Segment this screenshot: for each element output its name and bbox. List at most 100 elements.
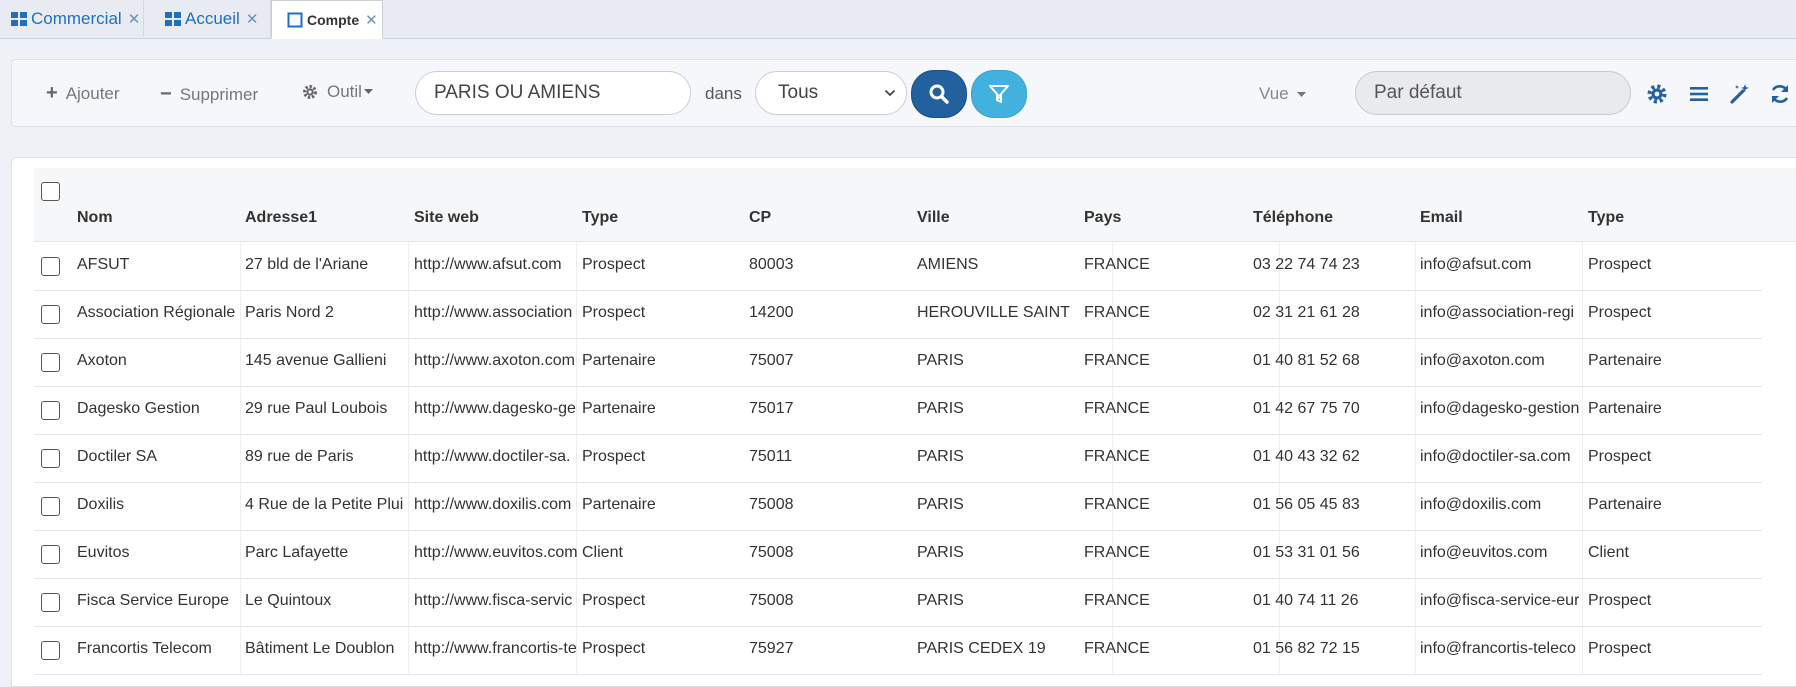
search-input[interactable] (415, 71, 691, 115)
refresh-icon[interactable] (1768, 82, 1792, 106)
cell-type: Prospect (582, 592, 646, 609)
cell-site-web: http://www.francortis-te (414, 640, 577, 657)
cell-site-web: http://www.fisca-servic (414, 592, 573, 609)
column-divider (240, 242, 241, 290)
table-row[interactable]: Euvitos Parc Lafayette http://www.euvitos.… (34, 530, 1762, 579)
cell-email: info@fisca-service-eur (1420, 592, 1580, 609)
header-ville[interactable]: Ville (917, 209, 950, 227)
cell-cp: 75008 (749, 496, 794, 513)
cell-nom: Doctiler SA (77, 448, 158, 465)
view-dropdown[interactable]: Vue (1259, 84, 1307, 104)
row-checkbox[interactable] (41, 401, 60, 420)
cell-telephone: 01 40 74 11 26 (1253, 592, 1359, 609)
filter-button[interactable] (971, 70, 1027, 118)
cell-cp: 75927 (749, 640, 794, 657)
cell-email: info@francortis-teleco (1420, 640, 1576, 657)
header-site-web[interactable]: Site web (414, 209, 479, 227)
row-checkbox[interactable] (41, 353, 60, 372)
header-pays[interactable]: Pays (1084, 209, 1121, 227)
cell-adresse1: Parc Lafayette (245, 544, 349, 561)
cell-pays: FRANCE (1084, 448, 1150, 465)
cell-cp: 80003 (749, 256, 794, 273)
close-icon[interactable]: ✕ (128, 10, 141, 28)
cell-pays: FRANCE (1084, 640, 1150, 657)
row-checkbox[interactable] (41, 497, 60, 516)
scope-value: Tous (778, 82, 819, 103)
cell-cp: 14200 (749, 304, 794, 321)
column-divider (408, 386, 409, 434)
cell-type: Prospect (582, 448, 646, 465)
search-scope-select[interactable]: Tous (755, 71, 907, 115)
cell-pays: FRANCE (1084, 304, 1150, 321)
row-checkbox[interactable] (41, 545, 60, 564)
cell-ville: PARIS (917, 496, 964, 513)
cell-email: info@afsut.com (1420, 256, 1532, 273)
close-icon[interactable]: ✕ (365, 11, 378, 29)
column-divider (240, 338, 241, 386)
header-adresse1[interactable]: Adresse1 (245, 209, 317, 227)
header-type[interactable]: Type (582, 209, 618, 227)
toolbar: + Ajouter − Supprimer Outil dans Tous (11, 59, 1796, 127)
cell-site-web: http://www.axoton.com (414, 352, 575, 369)
header-type-2[interactable]: Type (1588, 209, 1624, 227)
cell-ville: PARIS (917, 448, 964, 465)
tab-accueil[interactable]: Accueil ✕ (144, 0, 271, 37)
table-row[interactable]: AFSUT 27 bld de l'Ariane http://www.afsut.… (34, 242, 1762, 291)
select-all-checkbox[interactable] (41, 182, 60, 201)
tab-commercial[interactable]: Commercial ✕ (0, 0, 144, 37)
table-row[interactable]: Doctiler SA 89 rue de Paris http://www.doc… (34, 434, 1762, 483)
cell-email: info@dagesko-gestion (1420, 400, 1580, 417)
cell-ville: PARIS (917, 544, 964, 561)
column-divider (576, 482, 577, 530)
magic-wand-icon[interactable] (1728, 82, 1752, 106)
view-select[interactable]: Par défaut (1355, 71, 1631, 115)
tab-label: Compte (307, 11, 360, 28)
square-icon (287, 12, 303, 27)
column-divider (576, 578, 577, 626)
cell-type: Prospect (582, 304, 646, 321)
column-divider (1415, 482, 1416, 530)
header-cp[interactable]: CP (749, 209, 771, 227)
caret-down-icon (363, 89, 373, 94)
tool-label: Outil (327, 82, 362, 101)
column-divider (1415, 338, 1416, 386)
row-checkbox[interactable] (41, 305, 60, 324)
table-row[interactable]: Francortis Telecom Bâtiment Le Doublon htt… (34, 626, 1762, 675)
cell-ville: PARIS CEDEX 19 (917, 640, 1046, 657)
delete-button[interactable]: − Supprimer (160, 83, 258, 106)
cell-cp: 75008 (749, 544, 794, 561)
table-row[interactable]: Doxilis 4 Rue de la Petite Plui http://www… (34, 482, 1762, 531)
cell-nom: AFSUT (77, 256, 130, 273)
list-icon[interactable] (1687, 82, 1711, 106)
table-row[interactable]: Association Régionale Paris Nord 2 http://… (34, 290, 1762, 339)
close-icon[interactable]: ✕ (246, 10, 259, 28)
column-divider (1582, 626, 1583, 674)
search-button[interactable] (911, 70, 967, 118)
cell-nom: Francortis Telecom (77, 640, 212, 657)
tool-dropdown[interactable]: Outil (301, 82, 373, 102)
delete-label: Supprimer (179, 84, 259, 104)
cell-pays: FRANCE (1084, 544, 1150, 561)
cell-nom: Association Régionale (77, 304, 236, 321)
header-nom[interactable]: Nom (77, 209, 113, 227)
row-checkbox[interactable] (41, 257, 60, 276)
add-button[interactable]: + Ajouter (46, 82, 120, 105)
table-row[interactable]: Dagesko Gestion 29 rue Paul Loubois http:/… (34, 386, 1762, 435)
table-row[interactable]: Axoton 145 avenue Gallieni http://www.axot… (34, 338, 1762, 387)
row-checkbox[interactable] (41, 641, 60, 660)
header-telephone[interactable]: Téléphone (1253, 209, 1333, 227)
cell-ville: AMIENS (917, 256, 979, 273)
row-checkbox[interactable] (41, 593, 60, 612)
table-row[interactable]: Fisca Service Europe Le Quintoux http://ww… (34, 578, 1762, 627)
cell-adresse1: 89 rue de Paris (245, 448, 354, 465)
column-divider (576, 434, 577, 482)
table-header: Nom Adresse1 Site web Type CP Ville Pays… (34, 168, 1796, 242)
cell-telephone: 01 40 43 32 62 (1253, 448, 1360, 465)
chevron-down-icon (884, 89, 896, 97)
header-email[interactable]: Email (1420, 209, 1463, 227)
column-divider (1415, 290, 1416, 338)
cell-telephone: 01 40 81 52 68 (1253, 352, 1360, 369)
row-checkbox[interactable] (41, 449, 60, 468)
settings-icon[interactable] (1645, 82, 1669, 106)
tab-compte[interactable]: Compte ✕ (271, 0, 383, 39)
